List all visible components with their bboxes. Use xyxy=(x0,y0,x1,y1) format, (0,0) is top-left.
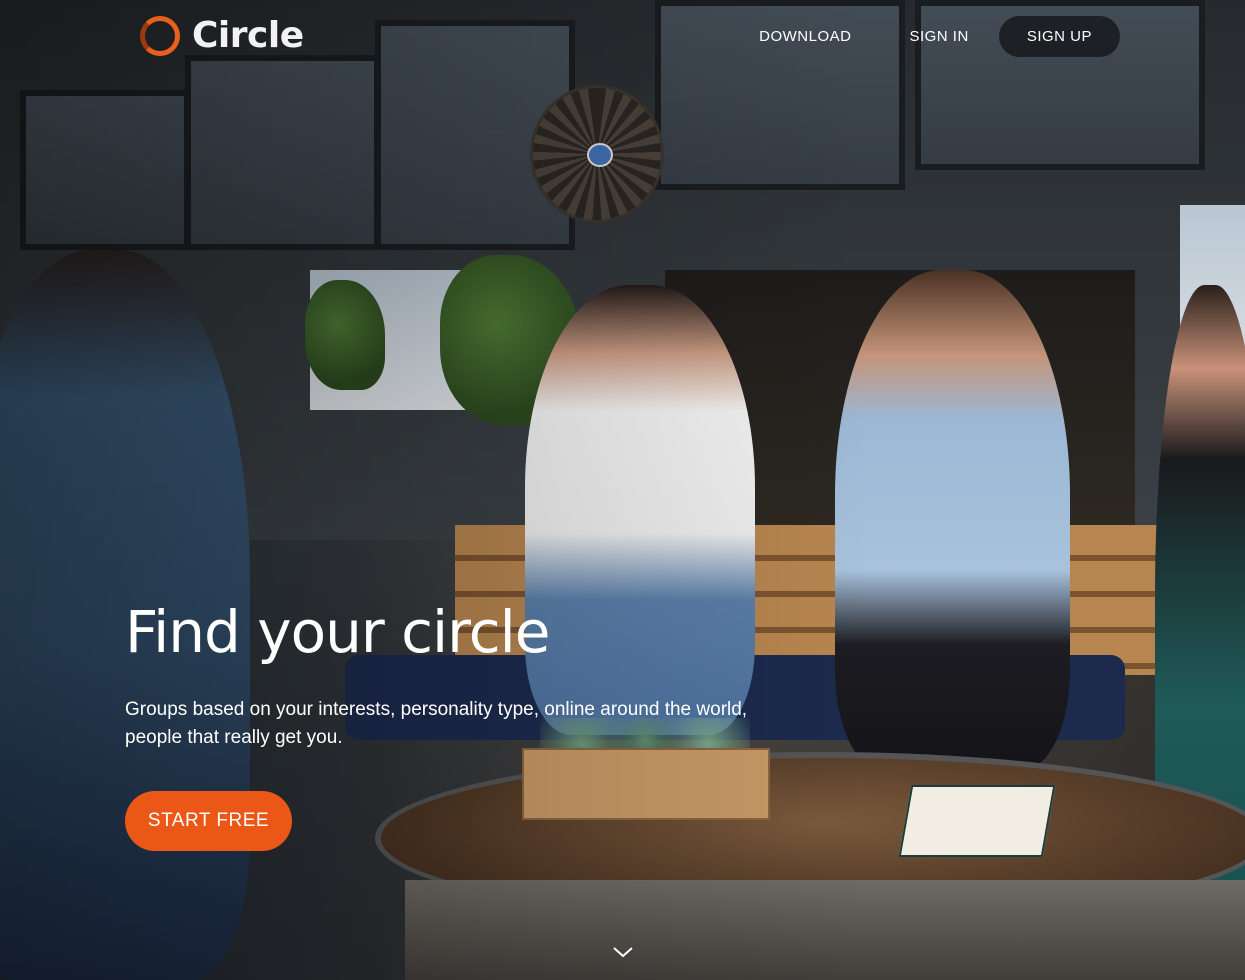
top-nav: Circle DOWNLOAD SIGN IN SIGN UP xyxy=(0,0,1245,90)
sign-in-link[interactable]: SIGN IN xyxy=(881,16,996,57)
hero-title: Find your circle xyxy=(125,598,550,666)
download-link[interactable]: DOWNLOAD xyxy=(731,16,879,57)
sign-up-button[interactable]: SIGN UP xyxy=(998,16,1120,57)
start-free-button[interactable]: START FREE xyxy=(125,791,292,851)
chevron-down-icon[interactable] xyxy=(611,940,635,964)
hero-subtitle-line2: people that really get you. xyxy=(125,727,343,748)
nav-links: DOWNLOAD SIGN IN SIGN UP xyxy=(729,16,1120,57)
logo[interactable]: Circle xyxy=(140,15,304,56)
circle-logo-icon xyxy=(140,15,180,56)
hero-subtitle-line1: Groups based on your interests, personal… xyxy=(125,699,748,720)
hero-section: Circle DOWNLOAD SIGN IN SIGN UP Find you… xyxy=(0,0,1245,980)
brand-name: Circle xyxy=(192,15,304,56)
hero-subtitle: Groups based on your interests, personal… xyxy=(125,696,805,752)
